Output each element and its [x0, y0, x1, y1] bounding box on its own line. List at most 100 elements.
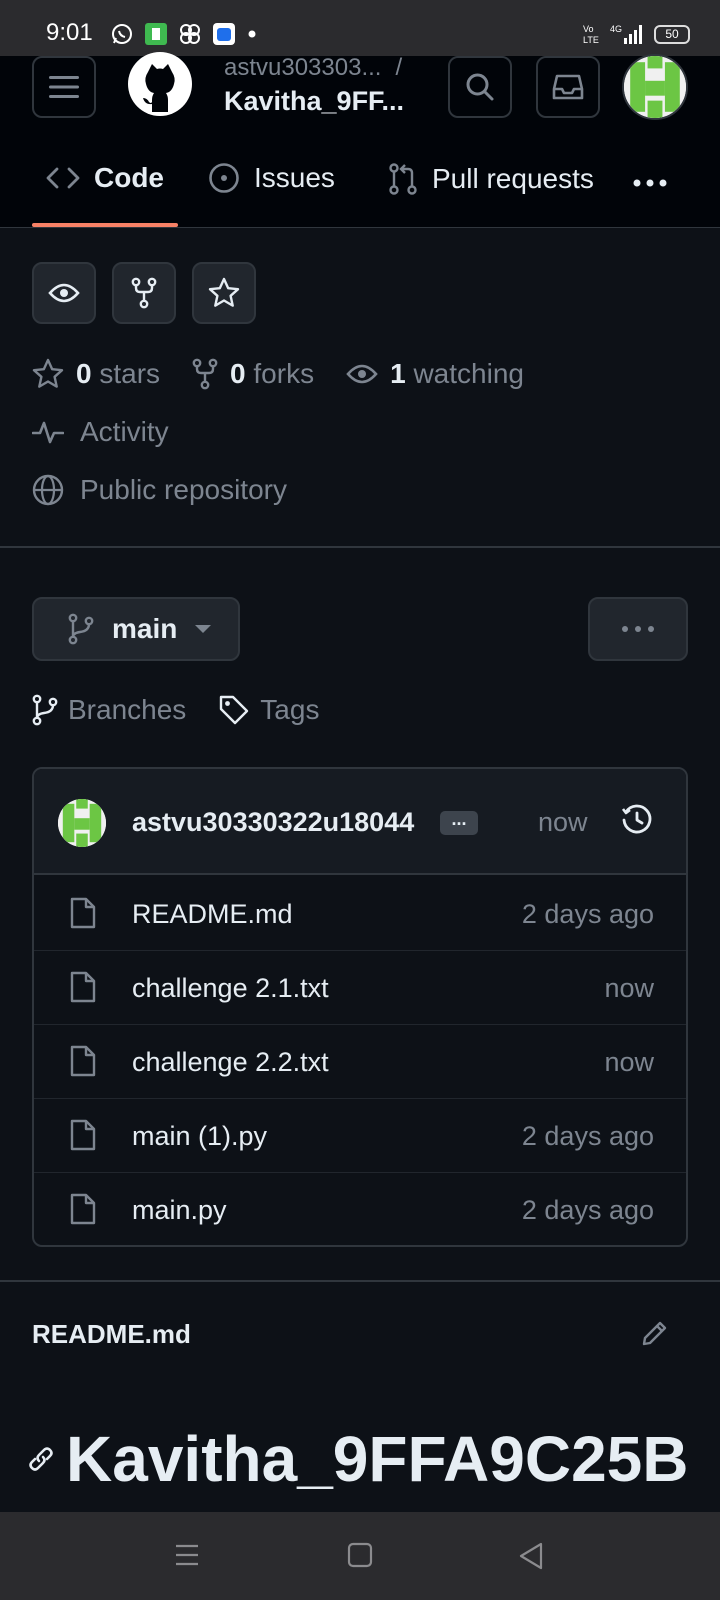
- github-mark-icon: [128, 52, 192, 116]
- file-icon: [70, 1193, 96, 1225]
- visibility-label: Public repository: [80, 474, 287, 505]
- tag-icon: [220, 695, 249, 725]
- back-triangle-icon: [519, 1542, 543, 1570]
- branches-tags-row: Branches Tags: [32, 694, 351, 726]
- eye-icon: [48, 283, 80, 303]
- square-icon: [347, 1542, 373, 1568]
- star-icon: [32, 358, 64, 388]
- kebab-horizontal-icon: [622, 626, 654, 632]
- repo-tabs: Code Issues Pull requests: [0, 142, 720, 228]
- git-branch-icon: [68, 613, 94, 645]
- file-row-main-1-py[interactable]: main (1).py 2 days ago: [34, 1099, 686, 1173]
- path-separator: /: [395, 54, 403, 81]
- stars-label: stars: [99, 358, 161, 389]
- tab-pull-requests-label: Pull requests: [432, 163, 594, 194]
- repo-name[interactable]: Kavitha_9FF...: [224, 86, 404, 117]
- system-indicators: Vo LTE 4G 50: [582, 22, 690, 46]
- svg-text:4G: 4G: [610, 24, 622, 34]
- more-options-button[interactable]: [588, 597, 688, 661]
- user-avatar[interactable]: [622, 54, 688, 120]
- pencil-icon: [642, 1321, 667, 1346]
- tab-issues[interactable]: Issues: [208, 162, 335, 194]
- star-icon: [208, 277, 240, 307]
- file-row-readme[interactable]: README.md 2 days ago: [34, 877, 686, 951]
- stars-link[interactable]: 0 stars: [32, 358, 160, 390]
- signal-4g-icon: 4G: [610, 24, 642, 44]
- activity-label: Activity: [80, 416, 169, 447]
- file-icon: [70, 1119, 96, 1151]
- search-icon: [466, 73, 494, 101]
- more-tabs-button[interactable]: [632, 178, 668, 188]
- notification-icons: [110, 22, 258, 46]
- files-app-icon: [213, 23, 235, 45]
- file-icon: [70, 897, 96, 929]
- heading-anchor[interactable]: [26, 1444, 56, 1474]
- repo-forked-icon: [192, 358, 218, 390]
- repo-owner[interactable]: astvu303303... /: [224, 54, 402, 82]
- file-row-challenge-2-1[interactable]: challenge 2.1.txt now: [34, 951, 686, 1025]
- edit-readme-button[interactable]: [640, 1318, 670, 1348]
- active-tab-indicator: [32, 223, 178, 227]
- system-nav-bar: [0, 1512, 720, 1600]
- file-name[interactable]: challenge 2.1.txt: [132, 973, 329, 1004]
- commit-time: now: [538, 807, 588, 837]
- file-time: 2 days ago: [521, 1195, 654, 1225]
- activity-link[interactable]: Activity: [32, 416, 169, 448]
- file-row-challenge-2-2[interactable]: challenge 2.2.txt now: [34, 1025, 686, 1099]
- app-header: astvu303303... / Kavitha_9FF...: [0, 52, 720, 142]
- recent-apps-button[interactable]: [174, 1542, 200, 1568]
- menu-button[interactable]: [32, 56, 96, 118]
- tab-pull-requests[interactable]: Pull requests: [388, 162, 594, 196]
- hamburger-icon: [49, 76, 79, 98]
- battery-indicator: 50: [654, 24, 690, 44]
- watching-link[interactable]: 1 watching: [346, 358, 524, 390]
- branches-label: Branches: [68, 694, 187, 725]
- identicon-avatar-icon: [58, 799, 106, 847]
- commit-author[interactable]: astvu30330322u18044: [132, 807, 414, 838]
- status-time: 9:01: [46, 19, 93, 46]
- branches-link[interactable]: Branches: [32, 694, 186, 726]
- forks-link[interactable]: 0 forks: [192, 358, 314, 390]
- inbox-button[interactable]: [536, 56, 600, 118]
- file-list: astvu30330322u18044 ... now README.md 2 …: [32, 767, 688, 1247]
- commit-author-avatar[interactable]: [58, 799, 106, 847]
- identicon-avatar-icon: [624, 56, 686, 118]
- file-name[interactable]: challenge 2.2.txt: [132, 1047, 329, 1078]
- git-branch-icon: [32, 694, 58, 726]
- tab-issues-label: Issues: [254, 162, 335, 193]
- search-button[interactable]: [448, 56, 512, 118]
- commit-message-toggle[interactable]: ...: [440, 810, 478, 835]
- tab-code[interactable]: Code: [46, 162, 164, 194]
- watching-count: 1: [390, 358, 406, 389]
- repo-stats: 0 stars 0 forks 1 watching: [32, 358, 556, 390]
- file-name[interactable]: main.py: [132, 1195, 227, 1226]
- tags-link[interactable]: Tags: [218, 694, 319, 726]
- visibility-info: Public repository: [32, 474, 287, 506]
- file-name[interactable]: README.md: [132, 899, 293, 930]
- fork-button[interactable]: [112, 262, 176, 324]
- globe-icon: [32, 474, 64, 506]
- svg-text:Vo: Vo: [583, 24, 594, 34]
- link-icon: [29, 1447, 53, 1471]
- home-button[interactable]: [347, 1542, 373, 1568]
- file-time: now: [604, 973, 654, 1003]
- history-icon: [621, 804, 652, 834]
- latest-commit-row[interactable]: astvu30330322u18044 ... now: [34, 769, 686, 875]
- file-time: 2 days ago: [521, 899, 654, 929]
- back-button[interactable]: [518, 1542, 544, 1570]
- stars-count: 0: [76, 358, 92, 389]
- owner-name[interactable]: astvu303303...: [224, 54, 381, 81]
- watch-button[interactable]: [32, 262, 96, 324]
- file-row-main-py[interactable]: main.py 2 days ago: [34, 1173, 686, 1245]
- branch-name: main: [112, 613, 178, 644]
- volte-icon: VoLTE: [583, 24, 599, 45]
- github-logo[interactable]: [128, 52, 192, 116]
- star-button[interactable]: [192, 262, 256, 324]
- whatsapp-icon: [112, 24, 132, 44]
- file-time: now: [604, 1047, 654, 1077]
- status-bar: 9:01 Vo LTE 4G 50: [0, 0, 720, 56]
- branch-selector[interactable]: main: [32, 597, 240, 661]
- commit-history-button[interactable]: [620, 803, 654, 837]
- file-name[interactable]: main (1).py: [132, 1121, 267, 1152]
- readme-divider: [0, 1280, 720, 1282]
